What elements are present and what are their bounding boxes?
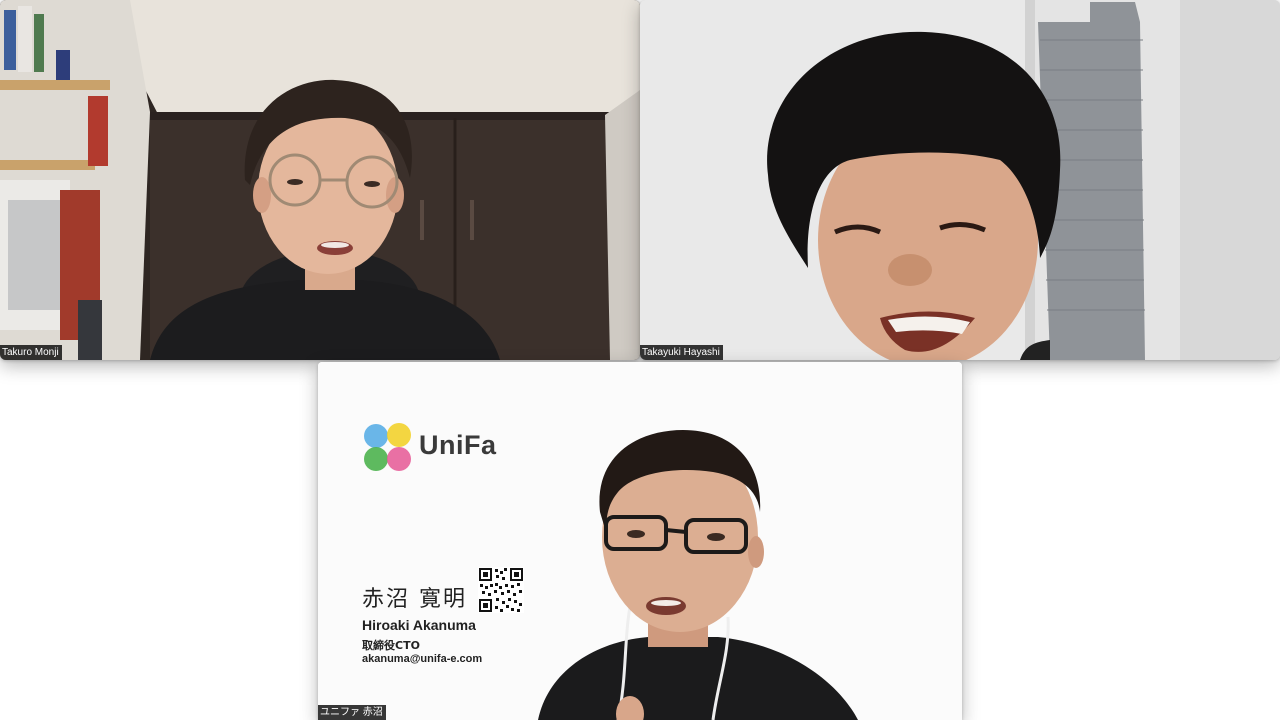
video-tile-takuro-monji[interactable]: Takuro Monji xyxy=(0,0,640,360)
logo-pink-circle xyxy=(387,447,411,471)
unifa-logo xyxy=(364,423,411,471)
brand-wordmark: UniFa xyxy=(419,430,497,460)
card-name-japanese: 赤沼 寛明 xyxy=(362,587,467,612)
logo-yellow-circle xyxy=(387,423,411,447)
qr-code xyxy=(478,567,524,613)
logo-green-circle xyxy=(364,447,388,471)
card-role: 取締役CTO xyxy=(362,639,420,652)
video-gallery: Takuro Monji Takayuki Hayashi UniFa 赤沼 寛… xyxy=(0,0,1280,720)
logo-blue-circle xyxy=(364,424,388,448)
card-name-english: Hiroaki Akanuma xyxy=(362,617,476,633)
video-feed xyxy=(0,0,640,360)
participant-name-label: Takuro Monji xyxy=(0,345,62,360)
participant-name-label: Takayuki Hayashi xyxy=(640,345,723,360)
participant-name-label: ユニファ 赤沼 xyxy=(318,705,386,720)
video-feed xyxy=(640,0,1280,360)
video-feed xyxy=(318,362,962,720)
video-tile-takayuki-hayashi[interactable]: Takayuki Hayashi xyxy=(640,0,1280,360)
video-tile-akanuma[interactable]: UniFa 赤沼 寛明 Hiroaki Akanuma 取締役CTO akanu… xyxy=(318,362,962,720)
card-email: akanuma@unifa-e.com xyxy=(362,653,483,665)
